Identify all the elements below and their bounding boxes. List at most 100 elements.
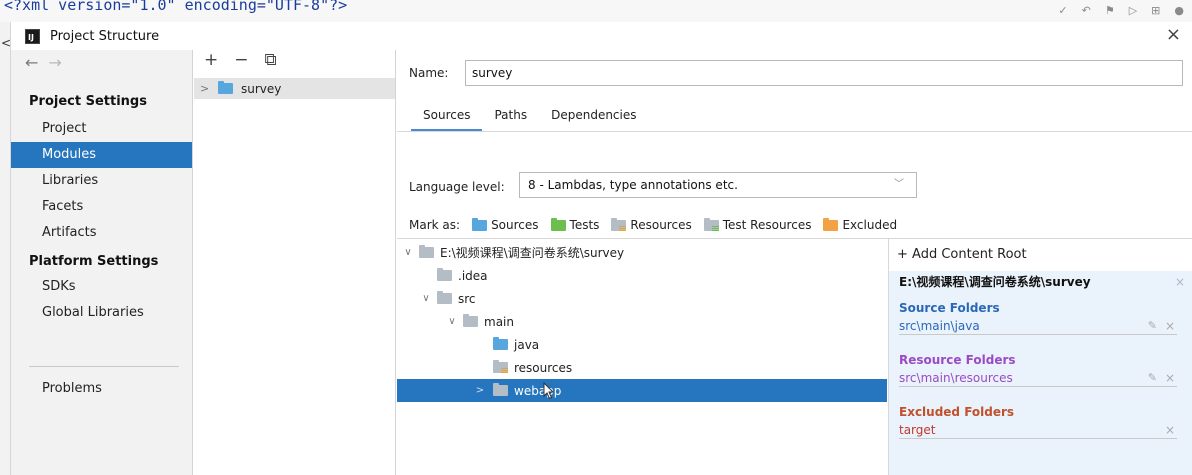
copy-module-icon[interactable]: ⧉ bbox=[265, 50, 277, 70]
resource-folder-entry: src\main\resources ✎ × bbox=[899, 371, 1177, 387]
toolbar-undo-icon: ↶ bbox=[1081, 4, 1091, 17]
module-row-survey[interactable]: > survey bbox=[194, 78, 395, 99]
mark-test-resources-button[interactable]: Test Resources bbox=[703, 217, 811, 232]
back-arrow-icon[interactable]: ← bbox=[25, 53, 38, 72]
chevron-down-icon: ﹀ bbox=[894, 179, 904, 190]
source-folder-path: src\main\java bbox=[899, 319, 980, 333]
source-folders-title: Source Folders bbox=[899, 301, 1000, 315]
tree-row-label: E:\视频课程\调查问卷系统\survey bbox=[440, 246, 625, 260]
mouse-cursor-icon bbox=[543, 382, 555, 400]
sidebar-item-facets[interactable]: Facets bbox=[11, 194, 192, 220]
sidebar-item-modules[interactable]: Modules bbox=[11, 142, 192, 168]
sidebar-item-project[interactable]: Project bbox=[11, 116, 192, 142]
folder-icon bbox=[463, 314, 478, 327]
mark-sources-button[interactable]: Sources bbox=[472, 217, 539, 232]
tabs-divider bbox=[397, 131, 1192, 132]
chevron-right-icon[interactable]: > bbox=[200, 82, 218, 95]
test-resources-folder-icon bbox=[703, 217, 719, 231]
edit-icon[interactable]: ✎ bbox=[1148, 371, 1157, 384]
platform-settings-header: Platform Settings bbox=[29, 254, 159, 269]
content-tree: ∨ E:\视频课程\调查问卷系统\survey .idea ∨ src ∨ ma… bbox=[397, 238, 889, 475]
sidebar-item-libraries[interactable]: Libraries bbox=[11, 168, 192, 194]
dialog-titlebar: IJ Project Structure × bbox=[11, 22, 1192, 50]
mark-excluded-label: Excluded bbox=[842, 218, 898, 232]
folder-icon bbox=[493, 383, 508, 396]
remove-root-icon[interactable]: × bbox=[1175, 271, 1185, 293]
toolbar-flag-icon: ⚑ bbox=[1104, 4, 1115, 17]
folder-icon bbox=[437, 268, 452, 281]
mark-resources-button[interactable]: Resources bbox=[611, 217, 692, 232]
editor-code-line: <?xml version="1.0" encoding="UTF-8"?> bbox=[4, 0, 348, 14]
remove-icon[interactable]: × bbox=[1165, 319, 1175, 333]
content-root-header: E:\视频课程\调查问卷系统\survey × bbox=[889, 271, 1192, 293]
intellij-app-icon: IJ bbox=[25, 28, 40, 44]
tree-row-main[interactable]: ∨ main bbox=[397, 310, 887, 333]
excluded-folder-icon bbox=[823, 217, 839, 231]
name-label: Name: bbox=[409, 66, 449, 80]
language-level-label: Language level: bbox=[409, 180, 505, 194]
project-settings-header: Project Settings bbox=[29, 94, 147, 109]
toolbar-globe-icon: ● bbox=[1174, 4, 1184, 17]
tree-row-webapp[interactable]: > webapp bbox=[397, 379, 887, 402]
close-icon[interactable]: × bbox=[1166, 24, 1181, 45]
tab-paths[interactable]: Paths bbox=[482, 102, 539, 132]
toolbar-check-icon: ✓ bbox=[1058, 4, 1068, 17]
folder-icon bbox=[437, 291, 452, 304]
chevron-down-icon[interactable]: ∨ bbox=[401, 247, 415, 258]
excluded-folder-entry: target × bbox=[899, 423, 1177, 439]
tree-row-label: java bbox=[514, 337, 540, 352]
module-folder-icon bbox=[218, 81, 233, 94]
background-editor: <?xml version="1.0" encoding="UTF-8"?> ✓… bbox=[0, 0, 1192, 22]
mark-sources-label: Sources bbox=[491, 218, 539, 232]
sidebar-item-artifacts[interactable]: Artifacts bbox=[11, 220, 192, 246]
remove-icon[interactable]: × bbox=[1165, 371, 1175, 385]
forward-arrow-icon[interactable]: → bbox=[48, 53, 61, 72]
tree-row-label: resources bbox=[514, 360, 573, 375]
module-name: survey bbox=[241, 81, 282, 96]
module-toolbar: + − ⧉ bbox=[204, 50, 277, 70]
module-tabs: Sources Paths Dependencies bbox=[411, 102, 649, 132]
tab-sources[interactable]: Sources bbox=[411, 102, 483, 132]
tab-dependencies[interactable]: Dependencies bbox=[539, 102, 648, 132]
tree-row-idea[interactable]: .idea bbox=[397, 264, 887, 287]
mark-tests-button[interactable]: Tests bbox=[550, 217, 599, 232]
remove-module-icon[interactable]: − bbox=[234, 50, 248, 70]
chevron-right-icon[interactable]: > bbox=[473, 385, 487, 396]
module-name-input[interactable] bbox=[465, 60, 1183, 86]
chevron-down-icon[interactable]: ∨ bbox=[445, 316, 459, 327]
resource-folders-title: Resource Folders bbox=[899, 353, 1016, 367]
tree-row-label: .idea bbox=[458, 268, 488, 283]
sources-folder-icon bbox=[472, 217, 488, 231]
editor-toolbar: ✓ ↶ ⚑ ▷ ⊞ ● bbox=[1058, 4, 1184, 17]
add-module-icon[interactable]: + bbox=[204, 50, 218, 70]
chevron-down-icon[interactable]: ∨ bbox=[419, 293, 433, 304]
source-folder-entry: src\main\java ✎ × bbox=[899, 319, 1177, 335]
sidebar-divider bbox=[29, 366, 179, 367]
tree-row-java[interactable]: java bbox=[397, 333, 887, 356]
tree-row-resources[interactable]: resources bbox=[397, 356, 887, 379]
excluded-folder-path: target bbox=[899, 423, 936, 437]
sidebar-item-global-libraries[interactable]: Global Libraries bbox=[11, 300, 192, 326]
dialog-title: Project Structure bbox=[50, 28, 160, 44]
add-content-root-button[interactable]: + Add Content Root bbox=[897, 247, 1027, 262]
mark-as-label: Mark as: bbox=[409, 218, 461, 232]
toolbar-grid-icon: ⊞ bbox=[1151, 4, 1161, 17]
tree-row-src[interactable]: ∨ src bbox=[397, 287, 887, 310]
tests-folder-icon bbox=[550, 217, 566, 231]
edit-icon[interactable]: ✎ bbox=[1148, 319, 1157, 332]
settings-sidebar: ← → Project Settings Project Modules Lib… bbox=[11, 50, 193, 475]
mark-excluded-button[interactable]: Excluded bbox=[823, 217, 898, 232]
module-list-panel: + − ⧉ > survey bbox=[194, 50, 396, 475]
project-structure-dialog: IJ Project Structure × ← → Project Setti… bbox=[10, 22, 1192, 475]
sidebar-item-sdks[interactable]: SDKs bbox=[11, 274, 192, 300]
tree-row-root[interactable]: ∨ E:\视频课程\调查问卷系统\survey bbox=[397, 241, 887, 264]
sidebar-item-problems[interactable]: Problems bbox=[11, 376, 192, 402]
language-level-value: 8 - Lambdas, type annotations etc. bbox=[528, 178, 738, 192]
content-roots-panel: + Add Content Root E:\视频课程\调查问卷系统\survey… bbox=[889, 238, 1192, 475]
toolbar-run-icon: ▷ bbox=[1128, 4, 1138, 17]
excluded-folders-title: Excluded Folders bbox=[899, 405, 1015, 419]
mark-resources-label: Resources bbox=[630, 218, 692, 232]
remove-icon[interactable]: × bbox=[1165, 423, 1175, 437]
resource-folder-path: src\main\resources bbox=[899, 371, 1013, 385]
language-level-select[interactable]: 8 - Lambdas, type annotations etc. ﹀ bbox=[519, 172, 917, 198]
